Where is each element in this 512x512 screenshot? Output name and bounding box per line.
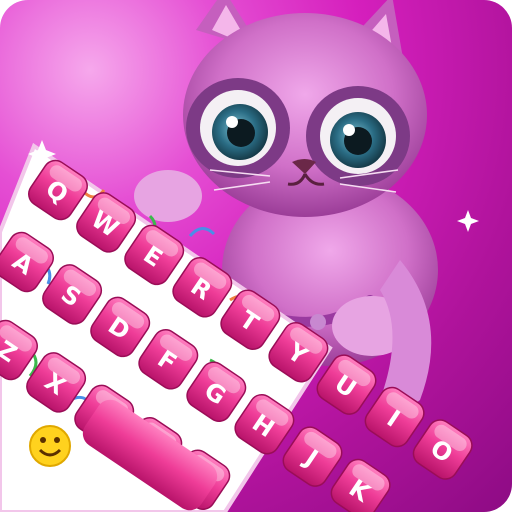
- app-icon: QWERTYUIOASDFGHJKZXCVB: [0, 0, 512, 512]
- icon-artwork: QWERTYUIOASDFGHJKZXCVB: [0, 0, 479, 512]
- kitten-left-paw: [134, 170, 202, 222]
- key-o[interactable]: O: [409, 415, 477, 483]
- sparkle-icon: [457, 210, 479, 232]
- smiley-face-icon[interactable]: [29, 425, 71, 467]
- emoji-key[interactable]: [29, 425, 71, 467]
- key-j[interactable]: J: [279, 422, 347, 490]
